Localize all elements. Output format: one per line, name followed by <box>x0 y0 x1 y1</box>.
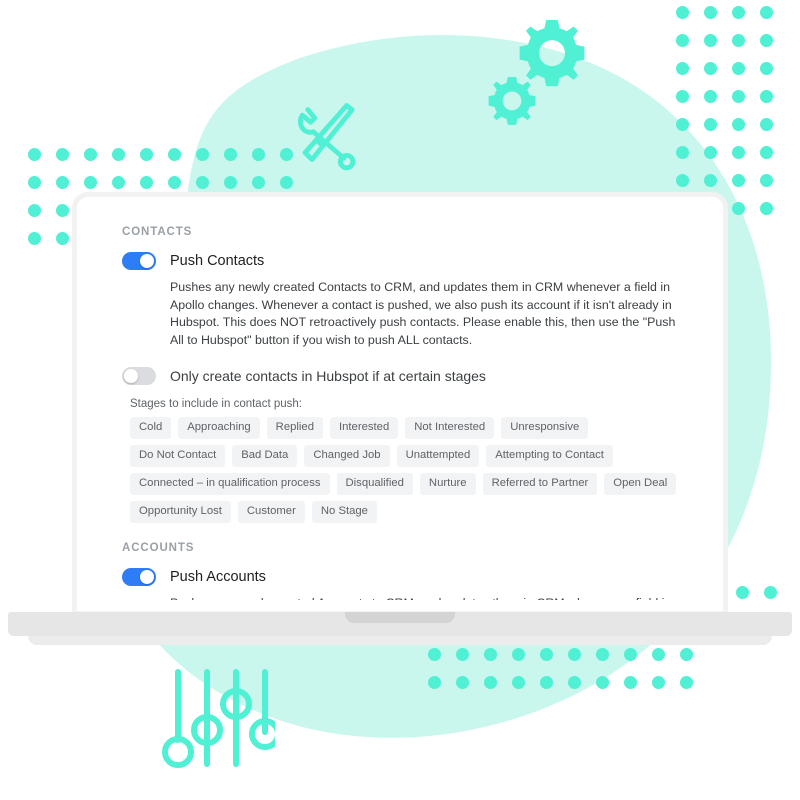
toggle-knob <box>124 369 138 383</box>
stage-chip[interactable]: Changed Job <box>304 445 390 467</box>
setting-row-only-create-at-stages[interactable]: Only create contacts in Hubspot if at ce… <box>122 367 678 385</box>
illustration-stage: CONTACTS Push Contacts Pushes any newly … <box>0 0 800 800</box>
section-header-contacts: CONTACTS <box>122 226 193 238</box>
stage-chip[interactable]: Customer <box>237 501 305 523</box>
crm-push-settings-panel: CONTACTS Push Contacts Pushes any newly … <box>96 204 704 600</box>
setting-description-push-contacts: Pushes any newly created Contacts to CRM… <box>170 280 676 347</box>
stage-chip[interactable]: Attempting to Contact <box>486 445 613 467</box>
stage-chip[interactable]: Referred to Partner <box>482 473 598 495</box>
setting-row-push-accounts[interactable]: Push Accounts <box>122 568 678 586</box>
stage-chip[interactable]: Unattempted <box>396 445 480 467</box>
stage-chip[interactable]: Open Deal <box>604 473 677 495</box>
stage-chip[interactable]: No Stage <box>311 501 377 523</box>
stage-chip[interactable]: Nurture <box>419 473 476 495</box>
stage-chip-list: Cold Approaching Replied Interested Not … <box>130 417 678 523</box>
stage-chip[interactable]: Not Interested <box>405 417 495 439</box>
setting-description-push-accounts: Pushes any newly created Accounts to CRM… <box>170 595 678 600</box>
laptop-trackpad-notch <box>345 612 455 623</box>
setting-label-push-accounts: Push Accounts <box>170 569 266 585</box>
stage-chip[interactable]: Connected – in qualification process <box>130 473 330 495</box>
stage-chip[interactable]: Replied <box>266 417 323 439</box>
stage-chip[interactable]: Cold <box>130 417 172 439</box>
stage-chip[interactable]: Approaching <box>178 417 260 439</box>
toggle-knob <box>140 254 154 268</box>
stage-chip[interactable]: Disqualified <box>336 473 413 495</box>
toggle-only-create-at-stages[interactable] <box>122 367 156 385</box>
setting-label-only-create-at-stages: Only create contacts in Hubspot if at ce… <box>170 368 486 384</box>
stage-chip[interactable]: Do Not Contact <box>130 445 226 467</box>
stage-chip[interactable]: Interested <box>329 417 399 439</box>
toggle-knob <box>140 570 154 584</box>
stages-caption: Stages to include in contact push: <box>130 398 302 410</box>
setting-row-push-contacts[interactable]: Push Contacts <box>122 252 678 270</box>
stage-chip[interactable]: Unresponsive <box>501 417 589 439</box>
stage-chip[interactable]: Bad Data <box>232 445 298 467</box>
stage-chip[interactable]: Opportunity Lost <box>130 501 231 523</box>
toggle-push-contacts[interactable] <box>122 252 156 270</box>
setting-label-push-contacts: Push Contacts <box>170 253 265 269</box>
laptop-base-lip <box>28 636 772 645</box>
toggle-push-accounts[interactable] <box>122 568 156 586</box>
section-header-accounts: ACCOUNTS <box>122 542 195 554</box>
